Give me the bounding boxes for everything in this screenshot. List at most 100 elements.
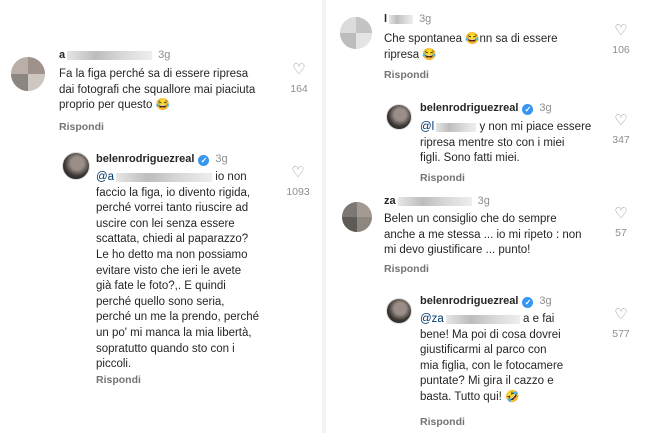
text-line: ripresa 😂 (384, 48, 437, 61)
comment-username[interactable]: belenrodriguezreal ✓ 3g (420, 102, 552, 115)
heart-outline-icon[interactable]: ♡ (292, 61, 305, 78)
redacted-name (434, 121, 477, 133)
heart-outline-icon[interactable]: ♡ (614, 112, 627, 129)
comment-2-reply: belenrodriguezreal ✓ 3g @a io non faccio l… (0, 145, 320, 433)
text-line: scattata, chiedi al paparazzo? (96, 233, 249, 246)
avatar[interactable] (11, 57, 45, 91)
comment-username[interactable]: za 3g (384, 195, 490, 207)
redacted-name (389, 14, 414, 24)
heart-outline-icon[interactable]: ♡ (291, 164, 304, 181)
heart-outline-icon[interactable]: ♡ (614, 22, 627, 39)
reply-button[interactable]: Rispondi (384, 263, 429, 275)
comment-1: a 3g Fa la figa perché sa di essere ripre… (0, 0, 320, 140)
like-count: 577 (612, 328, 630, 340)
text-fragment: a e fai (523, 313, 555, 325)
like-button[interactable]: ♡ 347 (608, 112, 634, 146)
reply-button[interactable]: Rispondi (420, 172, 465, 184)
text-line: già fate le foto?,. E quindi (96, 280, 226, 293)
like-button[interactable]: ♡ 1093 (283, 164, 313, 198)
comment-text: @l y non mi piace essere ripresa mentre … (420, 120, 620, 167)
mention-link[interactable]: @za (420, 313, 444, 325)
text-line: figli. Sono fatti miei. (420, 152, 520, 165)
text-line: @za a e fai (420, 312, 610, 328)
username-text[interactable]: a (59, 49, 65, 61)
like-button[interactable]: ♡ 164 (286, 61, 312, 95)
text-line: perché quello sono seria, (96, 295, 225, 308)
text-line: @l y non mi piace essere (420, 120, 620, 136)
redacted-name (444, 313, 520, 325)
avatar[interactable] (386, 298, 412, 324)
like-button[interactable]: ♡ 57 (608, 205, 634, 239)
username-text[interactable]: belenrodriguezreal (420, 102, 518, 114)
text-fragment: io non (215, 171, 247, 183)
comment-username[interactable]: a 3g (59, 49, 170, 61)
reply-button[interactable]: Rispondi (96, 374, 141, 386)
like-count: 57 (615, 227, 627, 239)
redacted-name (397, 196, 472, 206)
username-text[interactable]: l (384, 13, 387, 25)
username-text[interactable]: belenrodriguezreal (420, 295, 518, 307)
username-text[interactable]: za (384, 195, 396, 207)
comment-text: @a io non faccio la figa, io divento rig… (96, 170, 286, 373)
comment-username[interactable]: l 3g (384, 13, 431, 25)
comment-6-reply: belenrodriguezreal ✓ 3g @za a e fai bene! … (328, 288, 650, 433)
text-line: evitare visto che ieri le avete (96, 264, 242, 277)
timestamp: 3g (539, 295, 552, 307)
text-line: bene! Ma poi di cosa dovrei (420, 328, 561, 341)
avatar[interactable] (386, 104, 412, 130)
text-line: Le ho detto ma non possiamo (96, 248, 248, 261)
comment-username[interactable]: belenrodriguezreal ✓ 3g (420, 295, 552, 308)
like-button[interactable]: ♡ 577 (608, 306, 634, 340)
comment-3: l 3g Che spontanea 😂nn sa di essere ripre… (328, 0, 650, 90)
text-line: mia figlia, con le fotocamere (420, 359, 564, 372)
comment-5: za 3g Belen un consiglio che do sempre an… (328, 190, 650, 285)
like-count: 106 (612, 44, 630, 56)
text-line: Che spontanea 😂nn sa di essere (384, 33, 558, 45)
mention-link[interactable]: @a (96, 171, 114, 183)
text-line: basta. Tutto qui! 🤣 (420, 390, 520, 403)
comment-text: Che spontanea 😂nn sa di essere ripresa 😂 (384, 32, 614, 63)
timestamp: 3g (477, 195, 490, 207)
text-line: Belen un consiglio che do sempre (384, 213, 557, 225)
left-screenshot-column: a 3g Fa la figa perché sa di essere ripre… (0, 0, 320, 433)
text-line: sopratutto quando sto con i (96, 342, 235, 355)
column-divider (322, 0, 326, 433)
like-count: 1093 (286, 186, 310, 198)
like-count: 347 (612, 134, 630, 146)
reply-button[interactable]: Rispondi (420, 416, 465, 428)
text-line: un po' mi manca la mia libertà, (96, 326, 252, 339)
text-line: @a io non (96, 170, 286, 186)
like-button[interactable]: ♡ 106 (608, 22, 634, 56)
reply-button[interactable]: Rispondi (59, 121, 104, 133)
mention-link[interactable]: @l (420, 121, 434, 133)
timestamp: 3g (419, 13, 432, 25)
timestamp: 3g (215, 153, 228, 165)
avatar[interactable] (340, 17, 372, 49)
timestamp: 3g (539, 102, 552, 114)
text-fragment: y non mi piace essere (479, 121, 592, 133)
text-line: piccoli. (96, 358, 132, 371)
text-line: dai fotografi che squallore mai piaciuta (59, 83, 256, 96)
text-line: perché un me la prendo, perché (96, 311, 260, 324)
text-line: proprio per questo 😂 (59, 99, 170, 112)
avatar[interactable] (62, 152, 90, 180)
comment-text: Belen un consiglio che do sempre anche a… (384, 212, 624, 259)
verified-badge-icon: ✓ (198, 155, 210, 166)
text-line: uscire con lei senza essere (96, 217, 235, 230)
text-line: anche a me stessa ... io mi ripeto : non (384, 228, 582, 241)
username-text[interactable]: belenrodriguezreal (96, 153, 194, 165)
reply-button[interactable]: Rispondi (384, 69, 429, 81)
comment-username[interactable]: belenrodriguezreal ✓ 3g (96, 153, 228, 166)
text-line: Fa la figa perché sa di essere ripresa (59, 68, 249, 80)
text-line: puntate? Mi gira il cazzo e (420, 375, 554, 388)
verified-badge-icon: ✓ (522, 297, 534, 308)
avatar[interactable] (342, 202, 372, 232)
right-screenshot-column: l 3g Che spontanea 😂nn sa di essere ripre… (328, 0, 650, 433)
comment-text: @za a e fai bene! Ma poi di cosa dovrei … (420, 312, 610, 406)
comment-4-reply: belenrodriguezreal ✓ 3g @l y non mi piace … (328, 92, 650, 188)
heart-outline-icon[interactable]: ♡ (614, 306, 627, 323)
heart-outline-icon[interactable]: ♡ (614, 205, 627, 222)
redacted-name (114, 171, 213, 183)
text-line: ripresa mentre sto con i miei (420, 136, 565, 149)
redacted-name (67, 50, 153, 60)
